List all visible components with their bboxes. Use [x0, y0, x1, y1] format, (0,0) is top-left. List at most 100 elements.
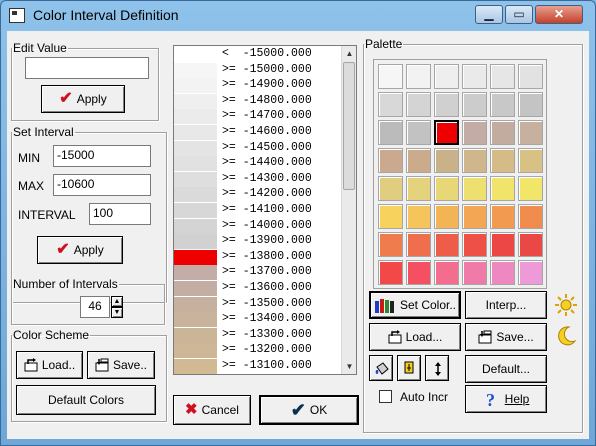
interval-list-item[interactable]: >= -14400.000	[222, 156, 332, 170]
palette-cell[interactable]	[518, 260, 543, 285]
interval-color-swatch[interactable]	[174, 203, 217, 218]
palette-cell[interactable]	[462, 148, 487, 173]
interval-list[interactable]: < -15000.000 >= -15000.000 >= -14900.000 >=…	[173, 45, 357, 375]
palette-cell[interactable]	[462, 204, 487, 229]
palette-cell[interactable]	[490, 232, 515, 257]
spin-down-button[interactable]: ▼	[111, 307, 123, 318]
palette-cell[interactable]	[462, 92, 487, 117]
scroll-down-arrow[interactable]: ▼	[342, 359, 356, 374]
min-input[interactable]: -15000	[53, 145, 151, 167]
cancel-button[interactable]: ✖ Cancel	[173, 395, 251, 425]
interval-list-item[interactable]: >= -14100.000	[222, 203, 332, 217]
interval-color-swatch[interactable]	[174, 281, 217, 296]
palette-cell[interactable]	[518, 204, 543, 229]
interval-list-item[interactable]: < -15000.000	[222, 47, 332, 61]
palette-cell[interactable]	[462, 120, 487, 145]
palette-cell[interactable]	[406, 204, 431, 229]
palette-cell[interactable]	[406, 176, 431, 201]
palette-cell[interactable]	[434, 64, 459, 89]
palette-cell[interactable]	[406, 148, 431, 173]
edit-value-input[interactable]	[25, 57, 149, 79]
palette-cell[interactable]	[518, 92, 543, 117]
palette-cell[interactable]	[434, 120, 459, 145]
interval-list-item[interactable]: >= -13300.000	[222, 328, 332, 342]
interval-color-swatch[interactable]	[174, 140, 217, 156]
palette-cell[interactable]	[490, 260, 515, 285]
palette-cell[interactable]	[378, 260, 403, 285]
interval-list-item[interactable]: >= -13900.000	[222, 234, 332, 248]
maximize-button[interactable]: ▭	[505, 5, 533, 24]
palette-cell[interactable]	[462, 260, 487, 285]
interval-list-item[interactable]: >= -13400.000	[222, 312, 332, 326]
scroll-up-arrow[interactable]: ▲	[342, 46, 356, 61]
palette-cell[interactable]	[434, 260, 459, 285]
palette-cell[interactable]	[518, 148, 543, 173]
palette-cell[interactable]	[462, 64, 487, 89]
interval-list-item[interactable]: >= -14000.000	[222, 219, 332, 233]
interval-list-item[interactable]: >= -13700.000	[222, 265, 332, 279]
palette-cell[interactable]	[378, 64, 403, 89]
palette-cell[interactable]	[518, 120, 543, 145]
interval-color-swatch[interactable]	[174, 327, 217, 343]
interval-color-swatch[interactable]	[174, 47, 217, 62]
palette-cell[interactable]	[490, 204, 515, 229]
moon-icon[interactable]	[554, 324, 578, 348]
interval-list-item[interactable]: >= -14800.000	[222, 94, 332, 108]
help-button[interactable]: ? Help	[465, 385, 547, 413]
interval-color-swatch[interactable]	[174, 359, 217, 374]
palette-cell[interactable]	[490, 64, 515, 89]
interval-color-swatch[interactable]	[174, 125, 217, 140]
interval-color-swatch[interactable]	[174, 62, 217, 78]
interval-color-swatch[interactable]	[174, 109, 217, 125]
interval-list-item[interactable]: >= -14200.000	[222, 187, 332, 201]
interval-list-item[interactable]: >= -13500.000	[222, 297, 332, 311]
sun-icon[interactable]	[554, 293, 578, 317]
num-intervals-input[interactable]: 46	[80, 296, 110, 318]
palette-cell[interactable]	[378, 120, 403, 145]
interval-list-item[interactable]: >= -13600.000	[222, 281, 332, 295]
interval-list-item[interactable]: >= -13100.000	[222, 359, 332, 373]
set-interval-apply-button[interactable]: ✔ Apply	[37, 236, 123, 264]
set-color-button[interactable]: Set Color..	[369, 291, 461, 319]
palette-cell[interactable]	[434, 176, 459, 201]
palette-cell[interactable]	[518, 232, 543, 257]
palette-cell[interactable]	[434, 204, 459, 229]
pick-color-button[interactable]	[397, 355, 421, 381]
palette-cell[interactable]	[434, 148, 459, 173]
spin-up-button[interactable]: ▲	[111, 296, 123, 307]
palette-cell[interactable]	[406, 232, 431, 257]
interval-list-item[interactable]: >= -14600.000	[222, 125, 332, 139]
edit-value-apply-button[interactable]: ✔ Apply	[41, 85, 125, 113]
interval-color-swatch[interactable]	[174, 218, 217, 234]
scroll-thumb[interactable]	[343, 62, 355, 190]
reverse-button[interactable]	[425, 355, 449, 381]
palette-cell[interactable]	[518, 64, 543, 89]
palette-cell[interactable]	[406, 260, 431, 285]
minimize-button[interactable]: ▁	[475, 5, 503, 24]
interval-list-item[interactable]: >= -14300.000	[222, 172, 332, 186]
default-colors-button[interactable]: Default Colors	[16, 385, 156, 415]
auto-incr-checkbox[interactable]	[379, 390, 392, 403]
palette-cell[interactable]	[434, 92, 459, 117]
palette-cell[interactable]	[378, 176, 403, 201]
interval-color-swatch[interactable]	[174, 265, 217, 281]
scheme-load-button[interactable]: Load..	[16, 351, 83, 379]
palette-cell[interactable]	[406, 64, 431, 89]
interval-color-swatch[interactable]	[174, 156, 217, 172]
title-bar[interactable]: Color Interval Definition ▁ ▭ ✕	[1, 1, 595, 31]
interval-list-item[interactable]: >= -14900.000	[222, 78, 332, 92]
palette-cell[interactable]	[490, 92, 515, 117]
interval-input[interactable]: 100	[89, 203, 151, 225]
interval-color-swatch[interactable]	[174, 93, 217, 109]
ok-button[interactable]: ✔ OK	[259, 395, 359, 425]
palette-cell[interactable]	[378, 148, 403, 173]
interval-color-swatch[interactable]	[174, 234, 217, 250]
palette-cell[interactable]	[434, 232, 459, 257]
scheme-save-button[interactable]: Save..	[87, 351, 155, 379]
interval-list-item[interactable]: >= -14500.000	[222, 141, 332, 155]
interval-list-item[interactable]: >= -13800.000	[222, 250, 332, 264]
interval-color-swatch[interactable]	[174, 296, 217, 312]
interp-button[interactable]: Interp...	[465, 291, 547, 319]
palette-cell[interactable]	[378, 92, 403, 117]
palette-cell[interactable]	[490, 148, 515, 173]
